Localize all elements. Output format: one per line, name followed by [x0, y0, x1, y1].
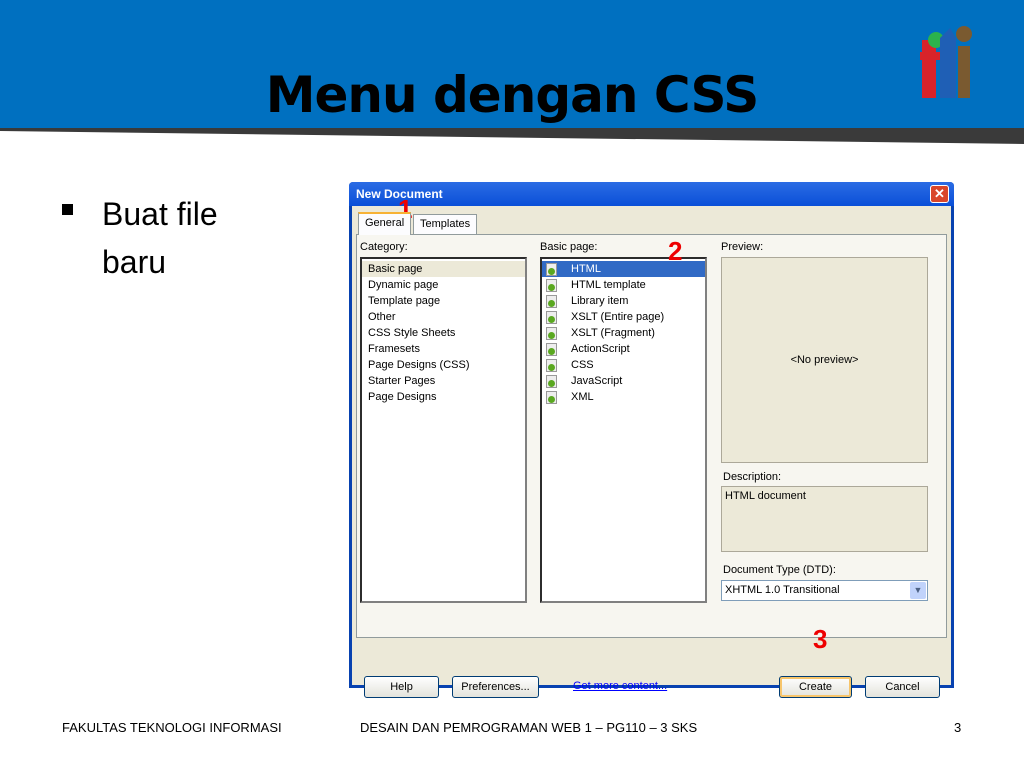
close-button[interactable]: ✕ — [930, 185, 949, 203]
document-icon — [546, 294, 557, 308]
basic-page-item[interactable]: XSLT (Entire page) — [542, 309, 705, 325]
basic-page-item[interactable]: XML — [542, 389, 705, 405]
document-icon — [546, 326, 557, 340]
get-more-content-link[interactable]: Get more content... — [573, 680, 667, 692]
category-item[interactable]: Page Designs — [362, 389, 525, 405]
category-list[interactable]: Basic page Dynamic page Template page Other… — [360, 257, 527, 603]
category-item[interactable]: Template page — [362, 293, 525, 309]
document-icon — [546, 310, 557, 324]
tab-general[interactable]: General — [358, 212, 412, 235]
basic-page-item[interactable]: JavaScript — [542, 373, 705, 389]
basic-page-item[interactable]: CSS — [542, 357, 705, 373]
basic-page-item[interactable]: ActionScript — [542, 341, 705, 357]
footer-center: DESAIN DAN PEMROGRAMAN WEB 1 – PG110 – 3… — [360, 720, 698, 735]
description-box: HTML document — [721, 486, 928, 552]
preferences-button[interactable]: Preferences... — [452, 676, 539, 698]
fti-logo — [920, 26, 972, 98]
basic-page-label: Basic page: — [540, 241, 598, 253]
basic-page-item[interactable]: HTML template — [542, 277, 705, 293]
category-item[interactable]: Framesets — [362, 341, 525, 357]
dtd-select[interactable]: XHTML 1.0 Transitional ▼ — [721, 580, 928, 601]
document-icon — [546, 262, 557, 276]
help-button[interactable]: Help — [364, 676, 439, 698]
document-icon — [546, 358, 557, 372]
dialog-titlebar[interactable]: New Document — [349, 182, 954, 206]
cancel-button[interactable]: Cancel — [865, 676, 940, 698]
tab-templates[interactable]: Templates — [413, 214, 478, 234]
category-item[interactable]: CSS Style Sheets — [362, 325, 525, 341]
bullet-marker — [62, 204, 73, 215]
document-icon — [546, 374, 557, 388]
footer-left: FAKULTAS TEKNOLOGI INFORMASI — [62, 720, 282, 735]
category-item[interactable]: Basic page — [362, 261, 525, 277]
category-label: Category: — [360, 241, 408, 253]
basic-page-list[interactable]: HTML HTML template Library item XSLT (Entir… — [540, 257, 707, 603]
header-divider — [0, 128, 1024, 144]
description-label: Description: — [723, 471, 782, 483]
document-icon — [546, 390, 557, 404]
annotation-3: 3 — [813, 624, 828, 654]
category-item[interactable]: Dynamic page — [362, 277, 525, 293]
category-item[interactable]: Starter Pages — [362, 373, 525, 389]
preview-label: Preview: — [721, 241, 764, 253]
slide-title: Menu dengan CSS — [265, 66, 760, 124]
dtd-label: Document Type (DTD): — [723, 564, 836, 576]
create-button[interactable]: Create — [779, 676, 852, 698]
basic-page-item[interactable]: Library item — [542, 293, 705, 309]
chevron-down-icon[interactable]: ▼ — [910, 582, 926, 599]
annotation-2: 2 — [668, 236, 683, 266]
document-icon — [546, 278, 557, 292]
page-number: 3 — [954, 720, 962, 735]
basic-page-item[interactable]: XSLT (Fragment) — [542, 325, 705, 341]
preview-area: <No preview> — [721, 257, 928, 463]
document-icon — [546, 342, 557, 356]
category-item[interactable]: Other — [362, 309, 525, 325]
category-item[interactable]: Page Designs (CSS) — [362, 357, 525, 373]
new-document-dialog: New Document ✕ General Templates Categor… — [349, 182, 954, 698]
